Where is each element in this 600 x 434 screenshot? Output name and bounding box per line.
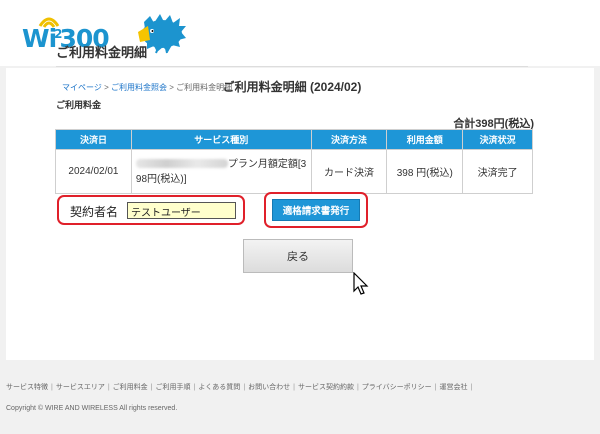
service-line-2: 98円(税込)] — [135, 173, 187, 185]
footer-link[interactable]: 運営会社 — [440, 384, 468, 391]
contract-holder-label: 契約者名 — [70, 205, 119, 219]
statement-title: ご利用料金明細 (2024/02) — [222, 80, 362, 94]
footer-separator: | — [434, 384, 437, 391]
footer-link[interactable]: サービス特徴 — [6, 384, 48, 391]
copyright: Copyright © WIRE AND WIRELESS All rights… — [6, 405, 178, 412]
column-header-date: 決済日 — [55, 129, 132, 150]
back-button[interactable]: 戻る — [243, 239, 353, 273]
footer-separator: | — [356, 384, 359, 391]
page-title: ご利用料金明細 — [56, 45, 148, 60]
footer-separator: | — [293, 384, 295, 391]
column-header-amount: 利用金額 — [386, 129, 464, 150]
footer-separator: | — [243, 384, 246, 391]
footer-link[interactable]: プライバシーポリシー — [362, 384, 432, 391]
footer-separator: | — [150, 384, 153, 391]
footer-separator: | — [193, 384, 196, 391]
footer-separator: | — [470, 384, 473, 391]
cell-amount: 398 円(税込) — [386, 149, 464, 194]
cell-status: 決済完了 — [462, 149, 533, 194]
usage-label: ご利用料金 — [56, 100, 102, 110]
footer-link[interactable]: よくある質問 — [198, 384, 240, 391]
service-line-1: プラン月額定額[3 — [227, 158, 307, 170]
column-header-service: サービス種別 — [130, 129, 312, 150]
footer-link[interactable]: ご利用料金 — [113, 384, 148, 391]
cell-date: 2024/02/01 — [55, 149, 132, 194]
table-header-row: 決済日 サービス種別 決済方法 利用金額 決済状況 — [55, 129, 533, 150]
footer-link[interactable]: ご利用手順 — [155, 384, 190, 391]
column-header-status: 決済状況 — [462, 129, 533, 150]
footer-link[interactable]: お問い合わせ — [248, 384, 290, 391]
mouse-cursor-icon — [353, 272, 369, 295]
cell-method: カード決済 — [310, 149, 388, 194]
contract-holder-input[interactable]: テストユーザー — [127, 202, 236, 219]
footer-separator: | — [107, 384, 110, 391]
redacted-text — [135, 159, 228, 169]
issue-qualified-invoice-button[interactable]: 適格請求書発行 — [272, 199, 360, 221]
footer-link[interactable]: サービスエリア — [56, 384, 105, 391]
column-header-method: 決済方法 — [310, 129, 388, 150]
footer-separator: | — [51, 384, 53, 391]
billing-table: 決済日 サービス種別 決済方法 利用金額 決済状況 2024/02/01 プラン… — [55, 129, 533, 194]
footer-link[interactable]: サービス契約約款 — [298, 384, 354, 391]
footer-links: サービス特徴 | サービスエリア | ご利用料金 | ご利用手順 | よくある質問 | お問い合わせ… — [6, 382, 475, 392]
table-row: 2024/02/01 プラン月額定額[3 98円(税込)] カード決済 398 … — [55, 149, 533, 194]
cell-service: プラン月額定額[3 98円(税込)] — [130, 149, 312, 194]
title-divider — [56, 66, 528, 67]
